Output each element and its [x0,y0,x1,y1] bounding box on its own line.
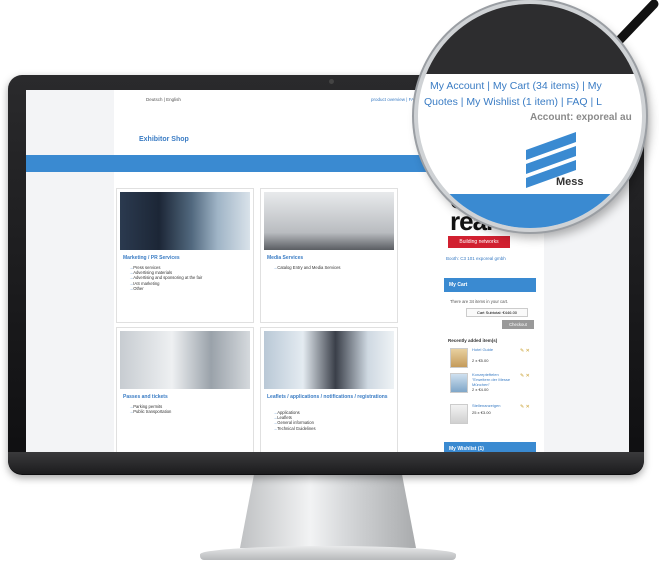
marketing-photo [120,192,250,250]
cart-summary: There are 34 items in your cart. [450,299,509,304]
magnified-bezel [418,4,642,74]
magnified-wishlist-links[interactable]: Quotes | My Wishlist (1 item) | FAQ | L [424,96,602,108]
language-switch[interactable]: Deutsch | English [146,97,181,102]
list-item[interactable]: Stellenanzeigen 25 x €3.00 ✎ ✕ [450,403,534,426]
edit-icon[interactable]: ✎ ✕ [520,404,530,410]
product-name[interactable]: Stellenanzeigen [472,403,516,409]
list-item[interactable]: Hotel Guide 2 x €5.00 ✎ ✕ [450,347,534,370]
product-thumbnail[interactable] [450,348,468,368]
category-title[interactable]: Leaflets / applications / notifications … [267,394,393,400]
list-item[interactable]: Other [129,286,202,291]
magnified-account-links[interactable]: My Account | My Cart (34 items) | My [430,80,602,92]
list-item[interactable]: General information [273,420,316,425]
page-title: Exhibitor Shop [139,136,189,143]
category-title[interactable]: Marketing / PR Services [123,255,180,261]
recent-items-title: Recently added item(s) [448,338,498,343]
top-links[interactable]: product overview | FAQ [371,97,418,102]
category-title[interactable]: Media Services [267,255,303,261]
category-title[interactable]: Passes and tickets [123,394,168,400]
category-list: Applications Leaflets General informatio… [273,410,316,431]
leaflets-photo [264,331,394,389]
edit-icon[interactable]: ✎ ✕ [520,348,530,354]
product-thumbnail[interactable] [450,373,468,393]
wishlist-panel-title[interactable]: My Wishlist (1) [444,442,536,452]
magnified-nav-bar [418,194,642,228]
cart-panel-title[interactable]: My Cart [444,278,536,292]
monitor-chin [8,452,644,474]
monitor-stand-neck [240,474,416,548]
category-card-leaflets[interactable]: Leaflets / applications / notifications … [260,327,398,452]
category-list: Catalog Entry and Media Services [273,265,340,270]
product-price: 2 x €4.00 [472,387,489,392]
category-card-media[interactable]: Media Services Catalog Entry and Media S… [260,188,398,323]
webcam-icon [329,79,334,84]
category-card-passes[interactable]: Passes and tickets Parking permits Publi… [116,327,254,452]
product-name[interactable]: Konzepteftelen "Erweitern der Messe Münc… [472,372,516,387]
list-item[interactable]: Advertising and sponsoring at the fair [129,275,202,280]
product-price: 2 x €5.00 [472,358,489,363]
list-item[interactable]: Public transportation [129,409,171,414]
product-thumbnail[interactable] [450,404,468,424]
checkout-button[interactable]: Checkout [502,320,534,329]
category-list: Press services Advertising materials Adv… [129,265,202,291]
magnifier-lens: My Account | My Cart (34 items) | My Quo… [414,0,646,232]
cart-subtotal: Cart Subtotal: €446.00 [466,308,528,317]
list-item[interactable]: Konzepteftelen "Erweitern der Messe Münc… [450,372,534,395]
media-photo [264,192,394,250]
list-item[interactable]: Technical Guidelines [273,426,315,431]
category-list: Parking permits Public transportation [129,404,171,414]
passes-photo [120,331,250,389]
messe-logo-text: Mess [556,176,584,188]
product-price: 25 x €3.00 [472,410,491,415]
category-card-marketing[interactable]: Marketing / PR Services Press services A… [116,188,254,323]
monitor-stand-foot [200,546,456,560]
booth-info: Booth: C3 101 exporeal gmbh [446,256,506,261]
logo-tagline: Building networks [448,236,510,248]
edit-icon[interactable]: ✎ ✕ [520,373,530,379]
product-name[interactable]: Hotel Guide [472,347,516,353]
list-item[interactable]: Catalog Entry and Media Services [273,265,340,270]
magnified-account-name: Account: exporeal au [530,112,632,123]
